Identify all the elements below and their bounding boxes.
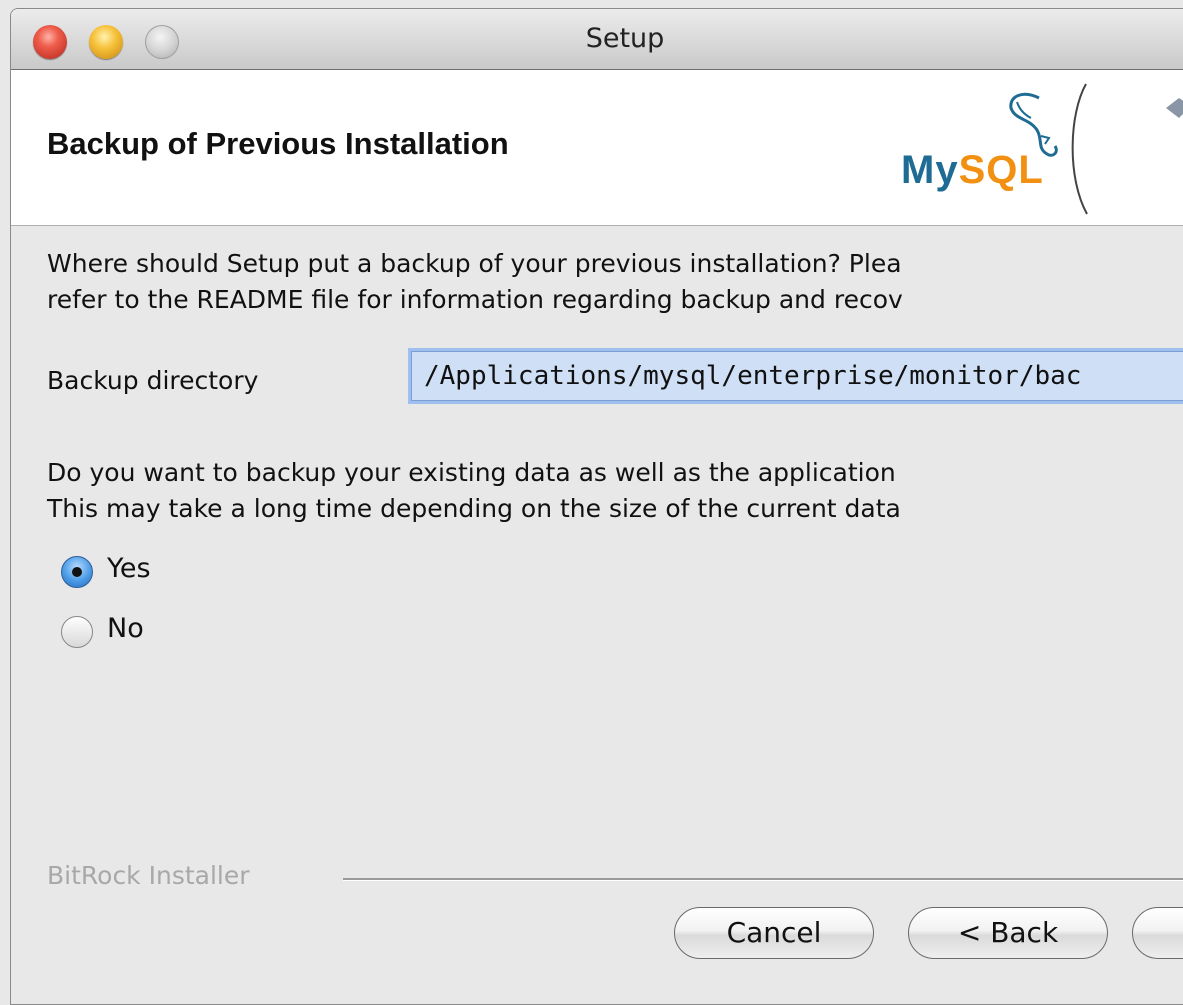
installer-vendor-label: BitRock Installer [47,861,250,890]
title-bar[interactable]: Setup [11,9,1183,70]
header-panel: Backup of Previous Installation MySQL [11,70,1183,226]
window-title: Setup [585,23,665,54]
setup-window: Setup Backup of Previous Installation My… [10,8,1183,1005]
question-line-1: Do you want to backup your existing data… [47,458,896,487]
next-button[interactable]: N [1132,907,1183,959]
intro-line-1: Where should Setup put a backup of your … [47,249,902,278]
backup-directory-label: Backup directory [47,366,259,395]
page-title: Backup of Previous Installation [47,126,509,161]
intro-line-2: refer to the README file for information… [47,285,903,314]
back-button[interactable]: < Back [908,907,1108,959]
backup-directory-input[interactable]: /Applications/mysql/enterprise/monitor/b… [411,351,1183,401]
mysql-logo: MySQL [891,78,1183,218]
mysql-wordmark: MySQL [901,148,1044,192]
radio-no[interactable] [61,616,93,648]
cancel-button[interactable]: Cancel [674,907,874,959]
footer-divider [343,878,1183,881]
radio-no-label[interactable]: No [107,613,144,644]
question-line-2: This may take a long time depending on t… [47,494,901,523]
radio-yes-label[interactable]: Yes [107,553,151,584]
radio-yes[interactable] [61,556,93,588]
